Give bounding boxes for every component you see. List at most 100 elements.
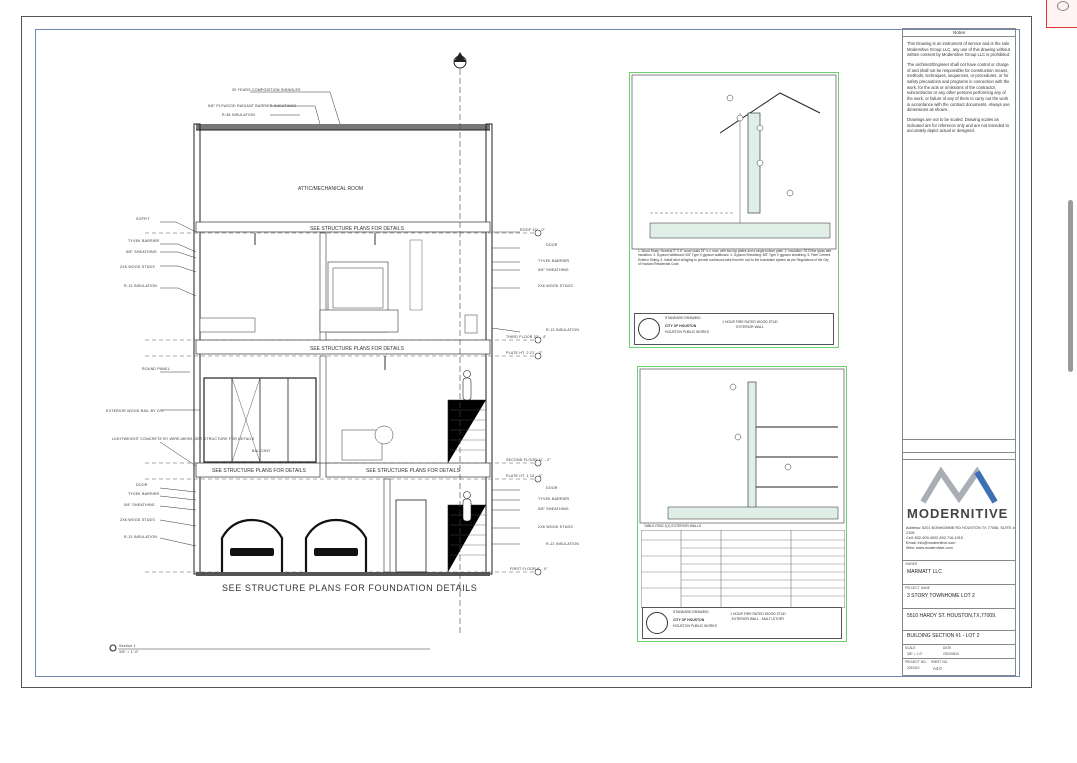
right-annotation: R-13 INSULATION	[546, 542, 579, 546]
radiant-barrier-label: 5/8" PLYWOOD RADIANT BARRIER SHEATHING	[208, 104, 296, 108]
section-tag-icon	[109, 644, 117, 652]
city-seal-icon	[646, 612, 668, 634]
section-tag: Section 1	[119, 644, 136, 648]
brand-block: MODERNITIVE Address: 5201 BONHOMME RD HO…	[903, 459, 1015, 561]
revision-row	[903, 439, 1015, 453]
footer-dept: HOUSTON PUBLIC WORKS	[665, 330, 709, 334]
interior-wall-second	[319, 355, 327, 464]
ground-slab	[196, 572, 490, 576]
footer-city: CITY OF HOUSTON	[665, 324, 697, 328]
right-annotation: R-13 INSULATION	[546, 328, 579, 332]
note-3: Drawings are not to be scaled. Drawing s…	[907, 117, 1009, 134]
multistory-detail-sketch	[639, 368, 845, 524]
vertical-scrollbar[interactable]	[1068, 200, 1073, 372]
sheet-no-row: PROJECT NO. 2022010 SHEET NO. A4.0	[903, 659, 1015, 675]
left-annotation: 2X6 WOOD STUDS	[120, 265, 155, 269]
scale-row: SCALE 3/8" = 1'-0" DATE 2022/08/10	[903, 645, 1015, 659]
company-address: Address: 5201 BONHOMME RD HOUSTON TX 770…	[906, 526, 1015, 535]
sheet-title: BUILDING SECTION #1 - LOT 2	[907, 633, 980, 639]
detail-notes: 1. Wood Study: Nominal 2" X 6" wood stud…	[638, 249, 832, 266]
brand-name: MODERNITIVE	[907, 506, 1009, 521]
left-annotation: EXTERIOR WOOD RAIL BY G.C.	[106, 409, 165, 413]
table-title: TABLE R302.1(1) EXTERIOR WALLS	[644, 524, 702, 528]
bed-third	[319, 309, 399, 333]
company-web: Web: www.modernitive.com	[906, 545, 953, 550]
level-plate-2: PLATE HT. 2 21' - 2"	[506, 351, 543, 355]
right-annotation: 2X6 WOOD STUDS	[538, 525, 573, 529]
project-value: 3 STORY TOWNHOME LOT 2	[907, 593, 975, 599]
notes-header: Notes	[903, 29, 1015, 37]
project-no-value: 2022010	[907, 666, 920, 670]
level-second-floor: SECOND FLOOR 11' - 2"	[506, 458, 551, 462]
detail-footer: STANDARD DRAWING CITY OF HOUSTON HOUSTON…	[642, 607, 842, 639]
company-contact: Address: 5201 BONHOMME RD HOUSTON TX 770…	[906, 526, 1015, 551]
left-annotation: 2X6 WOOD STUDS	[120, 518, 155, 522]
footer-standard: STANDARD DRAWING	[673, 610, 709, 614]
structure-note-left: SEE STRUCTURE PLANS FOR DETAILS	[212, 468, 306, 474]
right-annotation: 5/8" SHEATHING	[538, 268, 569, 272]
right-annotation: 5/8" SHEATHING	[538, 507, 569, 511]
footer-city: CITY OF HOUSTON	[673, 618, 705, 622]
scale-value: 3/8" = 1'-0"	[907, 652, 923, 656]
left-annotation: TYVEK BARRIER	[128, 492, 160, 496]
entry-door	[395, 499, 427, 573]
footer-title: 1 HOUR FIRE RATED WOOD STUD EXTERIOR WAL…	[730, 612, 786, 621]
site-address: 5510 HARDY ST. HOUSTON,TX,77009.	[907, 613, 997, 619]
section-scale: 3/8" = 1'-0"	[119, 650, 139, 654]
footer-dept: HOUSTON PUBLIC WORKS	[673, 624, 717, 628]
car-icon	[220, 518, 368, 572]
address-box: 5510 HARDY ST. HOUSTON,TX,77009.	[903, 609, 1015, 631]
right-annotation: TYVEK BARRIER	[538, 259, 570, 263]
left-annotation: TYVEK BARRIER	[128, 239, 160, 243]
project-no-label: PROJECT NO.	[905, 660, 927, 664]
structure-note-right: SEE STRUCTURE PLANS FOR DETAILS	[366, 468, 460, 474]
notes-body: This Drawing is an instrument of service…	[903, 41, 1015, 134]
structure-note-attic: SEE STRUCTURE PLANS FOR DETAILS	[310, 226, 404, 232]
project-box: PROJECT NAME 3 STORY TOWNHOME LOT 2	[903, 585, 1015, 609]
scale-label: SCALE	[905, 646, 916, 650]
person-figure	[462, 370, 472, 522]
left-annotation: R-13 INSULATION	[124, 284, 157, 288]
note-1: This Drawing is an instrument of service…	[907, 41, 1011, 58]
left-annotation: LIGHTWEIGHT CONCRETE BY WIRE-MESH, SEE S…	[112, 437, 255, 441]
level-first-floor: FIRST FLOOR 0' - 0"	[510, 567, 548, 571]
left-annotation: ROUND PANEL	[142, 367, 170, 371]
left-annotation: 5/8" SHEATHING	[126, 250, 157, 254]
right-annotation: 2X6 WOOD STUDS	[538, 284, 573, 288]
detail-drawing-top: 1. Wood Study: Nominal 2" X 6" wood stud…	[629, 72, 839, 348]
exterior-walls-table	[641, 530, 845, 608]
left-annotation: SOFFIT	[136, 217, 151, 221]
attic-room-label: ATTIC/MECHANICAL ROOM	[298, 186, 363, 192]
seal-icon	[1057, 1, 1069, 11]
r38-insulation-label: R-38 INSULATION	[222, 113, 255, 117]
right-annotation: DOOR	[546, 486, 558, 490]
wall-detail-sketch	[631, 74, 837, 250]
foundation-note: SEE STRUCTURE PLANS FOR FOUNDATION DETAI…	[222, 583, 477, 593]
date-value: 2022/08/10	[943, 652, 959, 656]
roof-shingle-label: 30 YEARS COMPOSITION SHINGLES	[232, 88, 301, 92]
balcony-label: BALCONY	[252, 449, 271, 453]
approval-stamp	[1046, 0, 1077, 28]
sheet-no-label: SHEET NO.	[931, 660, 949, 664]
left-annotation: R-13 INSULATION	[124, 535, 157, 539]
right-annotation: TYVEK BARRIER	[538, 497, 570, 501]
right-annotation: DOOR	[546, 243, 558, 247]
level-plate-1: PLATE HT. 1 10' - 0"	[506, 474, 543, 478]
level-roof: ROOF 33' - 0"	[520, 228, 546, 232]
structure-note-third: SEE STRUCTURE PLANS FOR DETAILS	[310, 346, 404, 352]
footer-standard: STANDARD DRAWING	[665, 316, 701, 320]
owner-box: OWNER MARMATT LLC	[903, 561, 1015, 585]
left-annotation: 5/8" SHEATHING	[124, 503, 155, 507]
date-label: DATE	[943, 646, 952, 650]
title-block: Notes This Drawing is an instrument of s…	[902, 28, 1016, 676]
modernitive-logo-icon	[920, 466, 998, 504]
sheet-no-value: A4.0	[933, 666, 942, 671]
note-2: The architect/Engineer shall not have co…	[907, 62, 1010, 113]
roof-deck	[196, 124, 490, 130]
interior-wall-first	[383, 478, 391, 573]
detail-drawing-bottom: TABLE R302.1(1) EXTERIOR WALLS STANDARD …	[637, 366, 847, 642]
detail-footer: STANDARD DRAWING CITY OF HOUSTON HOUSTON…	[634, 313, 834, 345]
owner-value: MARMATT LLC	[907, 569, 942, 575]
left-annotation: DOOR	[136, 483, 148, 487]
sheet-title-box: BUILDING SECTION #1 - LOT 2	[903, 631, 1015, 645]
